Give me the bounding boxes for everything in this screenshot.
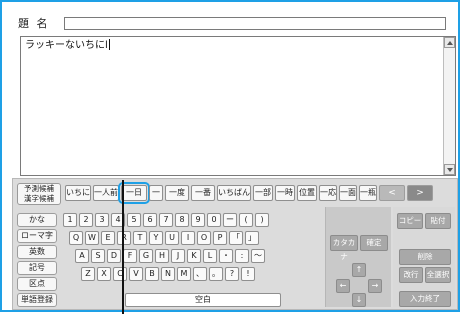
key[interactable]: 「 xyxy=(229,231,243,245)
sidebar-item-kana[interactable]: かな xyxy=(17,213,57,227)
key[interactable]: 0 xyxy=(207,213,221,227)
right-arrow-key[interactable]: → xyxy=(368,279,382,293)
key[interactable]: L xyxy=(203,249,217,263)
key[interactable]: Z xyxy=(81,267,95,281)
candidate-next-button[interactable]: > xyxy=(407,185,433,201)
key[interactable]: 5 xyxy=(127,213,141,227)
key[interactable]: U xyxy=(165,231,179,245)
down-arrow-key[interactable]: ↓ xyxy=(352,293,366,307)
sidebar-item-symbols[interactable]: 記号 xyxy=(17,261,57,275)
candidate-mode-toggle[interactable]: 予測候補 漢字候補 xyxy=(17,183,61,205)
keyboard-panel: 予測候補 漢字候補 いちに 一人前 一日 一 一度 一番 いちばん 一部 一時 … xyxy=(12,178,458,310)
key[interactable]: 9 xyxy=(191,213,205,227)
scroll-up-button[interactable] xyxy=(444,37,455,48)
candidate-item-selected[interactable]: 一日 xyxy=(118,182,150,204)
up-arrow-key[interactable]: ↑ xyxy=(352,263,366,277)
key[interactable]: D xyxy=(107,249,121,263)
key[interactable]: T xyxy=(133,231,147,245)
key[interactable]: K xyxy=(187,249,201,263)
key[interactable]: ! xyxy=(241,267,255,281)
text-caret xyxy=(108,39,110,50)
key[interactable]: J xyxy=(171,249,185,263)
key[interactable]: 」 xyxy=(245,231,259,245)
key[interactable]: X xyxy=(97,267,111,281)
finish-input-button[interactable]: 入力終了 xyxy=(399,291,451,307)
key[interactable]: ～ xyxy=(251,249,265,263)
candidate-item[interactable]: いちばん xyxy=(217,185,251,201)
key[interactable]: 、 xyxy=(193,267,207,281)
editor-content: ラッキーないちにl xyxy=(25,40,108,51)
paste-button[interactable]: 貼付 xyxy=(425,213,451,229)
title-input[interactable] xyxy=(64,17,446,30)
candidate-item[interactable]: 一度 xyxy=(165,185,189,201)
candidate-item[interactable]: 一時 xyxy=(275,185,295,201)
prediction-mode-label: 予測候補 xyxy=(24,184,54,193)
candidate-item[interactable]: 位置 xyxy=(297,185,317,201)
key[interactable]: E xyxy=(101,231,115,245)
kana-convert-area: カタカナ 確定 ↑ ← → ↓ xyxy=(325,207,391,307)
title-label: 題 名 xyxy=(18,17,50,30)
delete-button[interactable]: 削除 xyxy=(399,249,451,265)
key[interactable]: B xyxy=(145,267,159,281)
editor-text: ラッキーないちにl xyxy=(25,39,110,52)
candidate-item[interactable]: 一瓶 xyxy=(359,185,377,201)
sidebar-item-alphanumeric[interactable]: 英数 xyxy=(17,245,57,259)
candidate-item[interactable]: いちに xyxy=(65,185,91,201)
space-key[interactable]: 空白 xyxy=(125,293,281,307)
key[interactable]: S xyxy=(91,249,105,263)
edit-actions-area: コピー 貼付 削除 改行 全選択 入力終了 xyxy=(393,207,455,307)
main-text-editor[interactable]: ラッキーないちにl xyxy=(20,36,456,176)
select-all-button[interactable]: 全選択 xyxy=(425,267,451,283)
key[interactable]: 7 xyxy=(159,213,173,227)
newline-button[interactable]: 改行 xyxy=(399,267,423,283)
key[interactable]: 2 xyxy=(79,213,93,227)
focus-pointer-line xyxy=(122,180,124,314)
candidate-prev-button[interactable]: < xyxy=(379,185,405,201)
candidate-item[interactable]: 一 xyxy=(149,185,163,201)
key[interactable]: G xyxy=(139,249,153,263)
sidebar-item-kuten[interactable]: 区点 xyxy=(17,277,57,291)
left-arrow-key[interactable]: ← xyxy=(336,279,350,293)
key[interactable]: 1 xyxy=(63,213,77,227)
key[interactable]: W xyxy=(85,231,99,245)
key[interactable]: Q xyxy=(69,231,83,245)
scroll-down-button[interactable] xyxy=(444,164,455,175)
candidate-item[interactable]: 一人前 xyxy=(93,185,119,201)
candidate-item[interactable]: 一面 xyxy=(339,185,357,201)
key[interactable]: 。 xyxy=(209,267,223,281)
candidate-item[interactable]: 一番 xyxy=(191,185,215,201)
key[interactable]: 3 xyxy=(95,213,109,227)
key[interactable]: ( xyxy=(239,213,253,227)
key[interactable]: R xyxy=(117,231,131,245)
candidate-item[interactable]: 一部 xyxy=(253,185,273,201)
key[interactable]: C xyxy=(113,267,127,281)
sidebar-item-word-register[interactable]: 単語登録 xyxy=(17,293,57,307)
key[interactable]: N xyxy=(161,267,175,281)
key[interactable]: H xyxy=(155,249,169,263)
candidate-item[interactable]: 一応 xyxy=(319,185,337,201)
key[interactable]: F xyxy=(123,249,137,263)
key[interactable]: ー xyxy=(223,213,237,227)
copy-button[interactable]: コピー xyxy=(397,213,423,229)
confirm-button[interactable]: 確定 xyxy=(360,235,388,251)
key[interactable]: O xyxy=(197,231,211,245)
key[interactable]: I xyxy=(181,231,195,245)
key[interactable]: 6 xyxy=(143,213,157,227)
key[interactable]: 8 xyxy=(175,213,189,227)
key[interactable]: ・ xyxy=(219,249,233,263)
key[interactable]: Y xyxy=(149,231,163,245)
sidebar-item-romaji[interactable]: ローマ字 xyxy=(17,229,57,243)
katakana-button[interactable]: カタカナ xyxy=(330,235,358,261)
key[interactable]: : xyxy=(235,249,249,263)
title-row: 題 名 xyxy=(16,16,446,32)
editor-scrollbar[interactable] xyxy=(443,37,455,175)
key[interactable]: M xyxy=(177,267,191,281)
key[interactable]: ? xyxy=(225,267,239,281)
key[interactable]: A xyxy=(75,249,89,263)
input-panel-frame: 題 名 ラッキーないちにl 予測候補 漢字候補 いちに 一人前 一日 一 一度 … xyxy=(0,0,460,314)
key[interactable]: P xyxy=(213,231,227,245)
kanji-mode-label: 漢字候補 xyxy=(24,194,54,203)
key[interactable]: V xyxy=(129,267,143,281)
key[interactable]: ) xyxy=(255,213,269,227)
